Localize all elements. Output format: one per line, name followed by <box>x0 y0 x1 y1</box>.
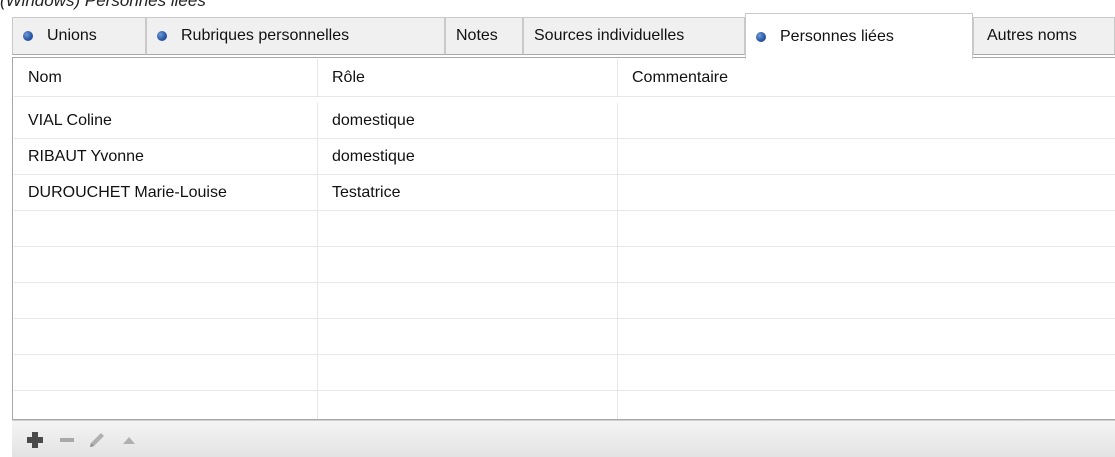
empty-row <box>14 283 1115 319</box>
column-header-nom[interactable]: Nom <box>14 59 318 97</box>
tab-label: Sources individuelles <box>534 27 685 44</box>
cell-nom: VIAL Coline <box>14 103 318 139</box>
linked-persons-table: Nom Rôle Commentaire VIAL Coline domesti… <box>14 59 1115 419</box>
tab-personnes-liees[interactable]: Personnes liées <box>745 13 973 59</box>
empty-row <box>14 355 1115 391</box>
table-row[interactable]: RIBAUT Yvonne domestique <box>14 139 1115 175</box>
move-up-button[interactable] <box>118 429 140 451</box>
add-icon <box>27 432 43 448</box>
tab-label: Rubriques personnelles <box>181 27 350 44</box>
tab-notes[interactable]: Notes <box>445 17 523 55</box>
linked-persons-panel: Nom Rôle Commentaire VIAL Coline domesti… <box>12 57 1115 420</box>
table-row[interactable]: VIAL Coline domestique <box>14 103 1115 139</box>
tab-label: Autres noms <box>987 27 1077 44</box>
empty-row <box>14 211 1115 247</box>
cell-nom: RIBAUT Yvonne <box>14 139 318 175</box>
table-header: Nom Rôle Commentaire <box>14 59 1115 97</box>
cell-role: domestique <box>318 103 618 139</box>
tab-label: Notes <box>456 27 498 44</box>
edit-person-button[interactable] <box>86 429 108 451</box>
cell-commentaire <box>618 139 1115 175</box>
column-header-role[interactable]: Rôle <box>318 59 618 97</box>
status-dot-icon <box>157 31 167 41</box>
cell-role: Testatrice <box>318 175 618 211</box>
cell-commentaire <box>618 175 1115 211</box>
status-dot-icon <box>23 31 33 41</box>
remove-person-button[interactable] <box>56 429 78 451</box>
status-dot-icon <box>756 31 766 42</box>
cell-role: domestique <box>318 139 618 175</box>
table-row[interactable]: DUROUCHET Marie-Louise Testatrice <box>14 175 1115 211</box>
tab-label: Unions <box>47 27 97 44</box>
empty-row <box>14 319 1115 355</box>
cell-commentaire <box>618 103 1115 139</box>
tab-bar: Unions Rubriques personnelles Notes Sour… <box>12 13 1115 59</box>
remove-icon <box>60 438 74 442</box>
tab-rubriques-personnelles[interactable]: Rubriques personnelles <box>146 17 445 55</box>
empty-row <box>14 391 1115 419</box>
add-person-button[interactable] <box>24 429 46 451</box>
tab-autres-noms[interactable]: Autres noms <box>973 17 1115 55</box>
edit-icon <box>90 433 104 447</box>
column-header-commentaire[interactable]: Commentaire <box>618 59 1115 97</box>
tab-sources-individuelles[interactable]: Sources individuelles <box>523 17 745 55</box>
window-caption: (Windows) Personnes liées <box>0 0 206 10</box>
table-toolbar <box>12 420 1115 457</box>
tab-unions[interactable]: Unions <box>12 17 146 55</box>
tab-label: Personnes liées <box>780 27 894 45</box>
empty-row <box>14 247 1115 283</box>
move-up-icon <box>123 437 135 444</box>
cell-nom: DUROUCHET Marie-Louise <box>14 175 318 211</box>
